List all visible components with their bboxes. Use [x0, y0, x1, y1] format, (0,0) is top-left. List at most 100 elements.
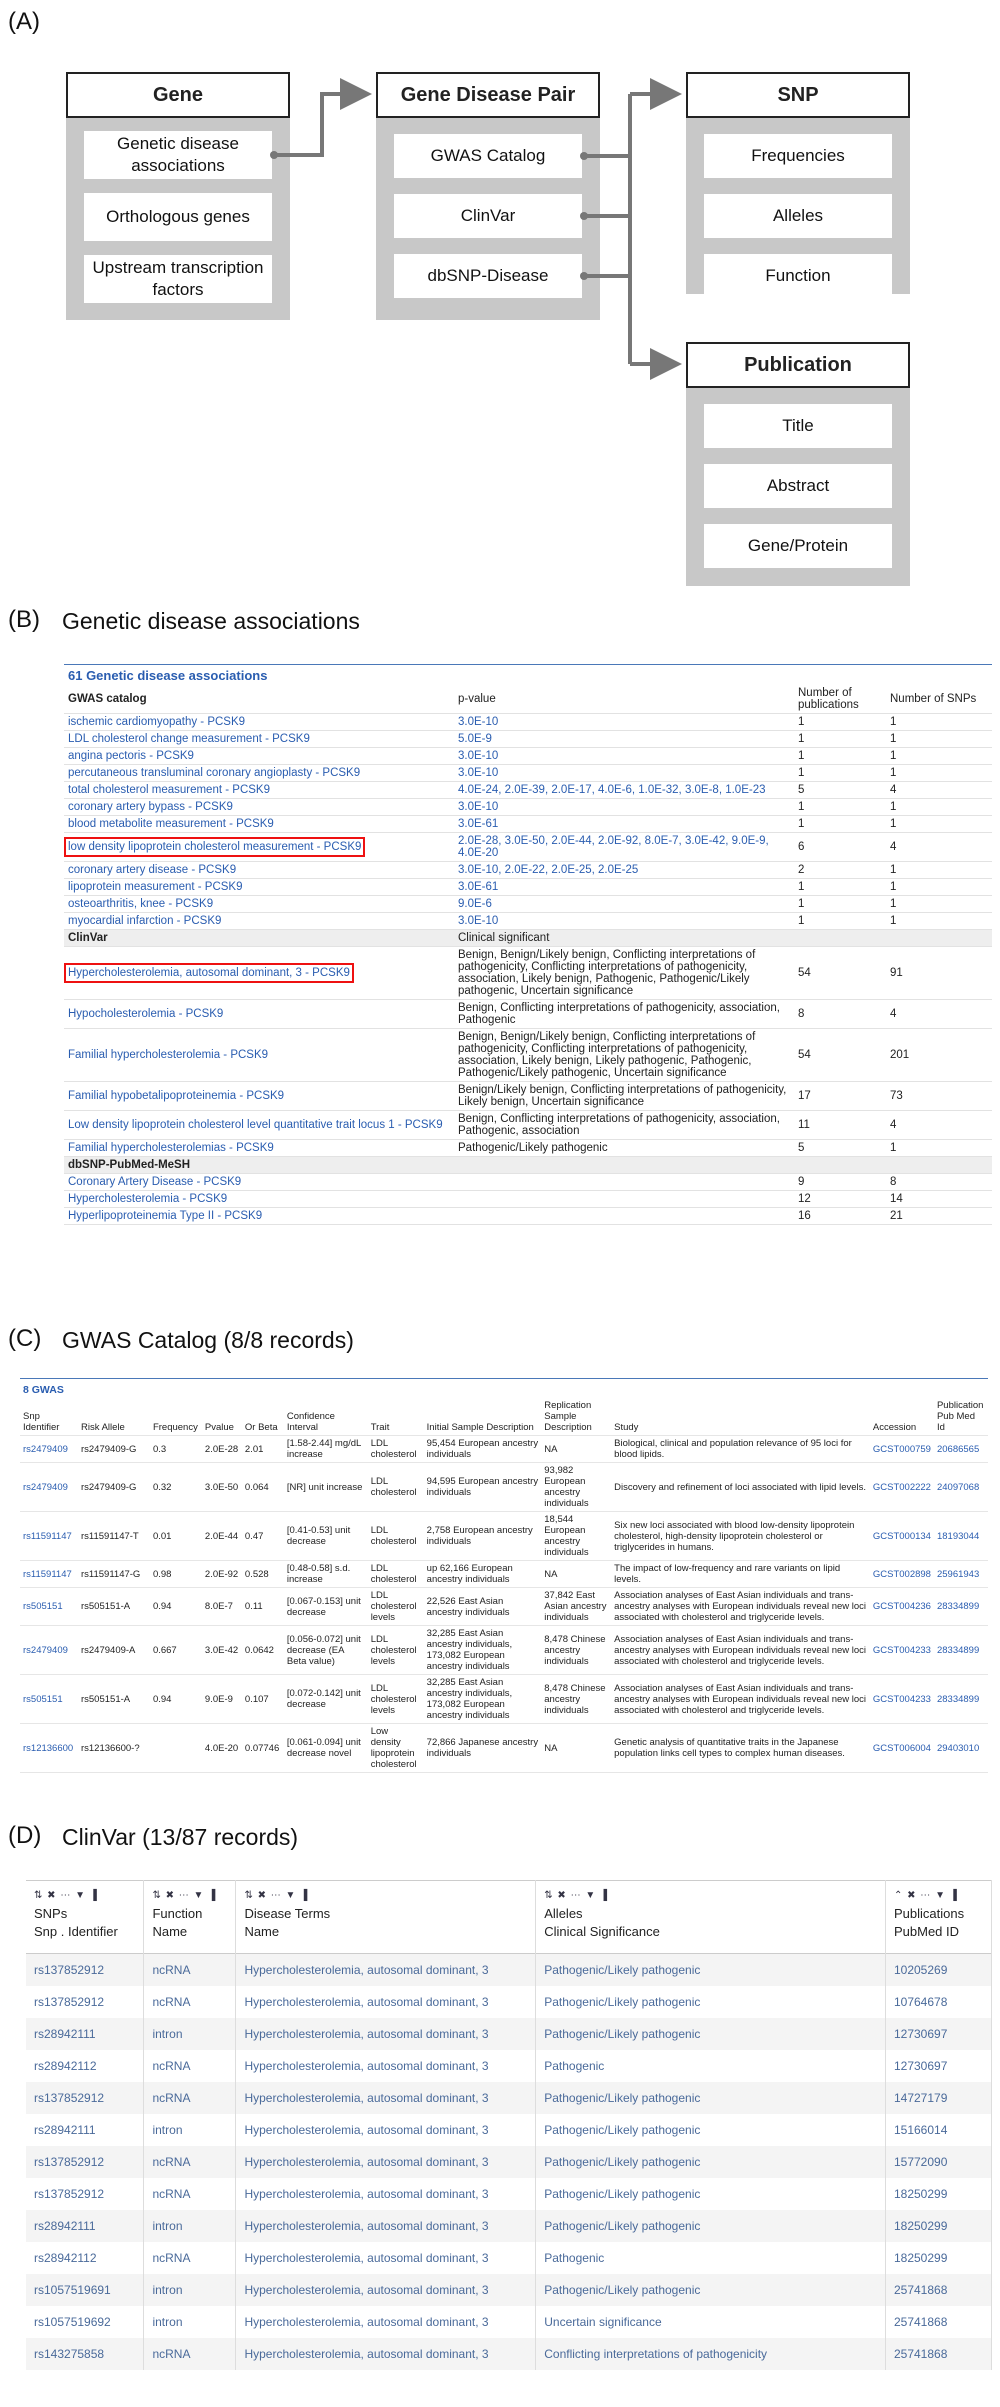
link-cell[interactable]: GCST000134 [869, 1511, 934, 1561]
data-cell: 0.32 [149, 1462, 202, 1512]
snp-cell[interactable]: rs137852912 [26, 1986, 145, 2018]
disease-link[interactable]: ischemic cardiomyopathy - PCSK9 [68, 716, 245, 728]
snps-cell: 201 [886, 1028, 992, 1082]
panel-b-label: (B) [8, 606, 40, 633]
snp-cell[interactable]: rs1057519691 [26, 2274, 145, 2306]
link-cell[interactable]: rs505151 [20, 1587, 78, 1626]
pubmed-cell[interactable]: 25741868 [885, 2306, 993, 2338]
column-header: Frequency [149, 1398, 202, 1436]
disease-link[interactable]: Hypercholesterolemia - PCSK9 [68, 1193, 227, 1205]
snps-cell: 1 [886, 764, 992, 782]
snp-cell[interactable]: rs1057519692 [26, 2306, 145, 2338]
link-cell[interactable]: GCST006004 [869, 1723, 934, 1773]
disease-link[interactable]: Hypercholesterolemia, autosomal dominant… [64, 963, 354, 983]
disease-link[interactable]: LDL cholesterol change measurement - PCS… [68, 733, 310, 745]
disease-link[interactable]: Familial hypobetalipoproteinemia - PCSK9 [68, 1090, 284, 1102]
pubmed-cell[interactable]: 18250299 [885, 2178, 993, 2210]
disease-link[interactable]: Coronary Artery Disease - PCSK9 [68, 1176, 241, 1188]
column-title: Function [152, 1906, 203, 1921]
snp-cell[interactable]: rs137852912 [26, 2178, 145, 2210]
data-cell: 32,285 East Asian ancestry individuals, … [423, 1674, 542, 1724]
table-row: percutaneous transluminal coronary angio… [64, 764, 992, 782]
link-cell[interactable]: rs12136600 [20, 1723, 78, 1773]
link-cell[interactable]: 28334899 [933, 1625, 988, 1675]
column-controls[interactable]: ⇅ ✖ ⋯ ▼ ▐ [544, 1887, 877, 1905]
disease-link[interactable]: coronary artery bypass - PCSK9 [68, 801, 233, 813]
snps-cell: 4 [886, 1110, 992, 1140]
link-cell[interactable]: 24097068 [933, 1462, 988, 1512]
link-cell[interactable]: rs2479409 [20, 1435, 78, 1463]
link-cell[interactable]: GCST000759 [869, 1435, 934, 1463]
pubmed-cell[interactable]: 25741868 [885, 2274, 993, 2306]
pubmed-cell[interactable]: 10764678 [885, 1986, 993, 2018]
snp-cell[interactable]: rs137852912 [26, 1953, 145, 1986]
table-title: 8 GWAS [23, 1384, 64, 1396]
snp-cell[interactable]: rs143275858 [26, 2338, 145, 2370]
link-cell[interactable]: GCST004233 [869, 1674, 934, 1724]
disease-link[interactable]: Familial hypercholesterolemias - PCSK9 [68, 1142, 274, 1154]
disease-link[interactable]: osteoarthritis, knee - PCSK9 [68, 898, 213, 910]
snp-cell[interactable]: rs28942112 [26, 2242, 145, 2274]
link-cell[interactable]: 28334899 [933, 1674, 988, 1724]
snp-cell[interactable]: rs28942111 [26, 2018, 145, 2050]
disease-link[interactable]: Low density lipoprotein cholesterol leve… [68, 1119, 443, 1131]
significance-cell: Pathogenic/Likely pathogenic [535, 1986, 886, 2018]
link-cell[interactable]: rs11591147 [20, 1560, 78, 1588]
column-controls[interactable]: ⇅ ✖ ⋯ ▼ ▐ [244, 1887, 527, 1905]
disease-cell: Hypocholesterolemia - PCSK9 [64, 999, 454, 1029]
snp-cell[interactable]: rs28942111 [26, 2210, 145, 2242]
publications-cell: 17 [794, 1081, 886, 1111]
link-cell[interactable]: rs11591147 [20, 1511, 78, 1561]
disease-link[interactable]: Familial hypercholesterolemia - PCSK9 [68, 1049, 268, 1061]
column-controls[interactable]: ⌃ ✖ ⋯ ▼ ▐ [894, 1887, 983, 1905]
disease-link[interactable]: Hypocholesterolemia - PCSK9 [68, 1008, 223, 1020]
disease-link[interactable]: myocardial infarction - PCSK9 [68, 915, 221, 927]
link-cell[interactable]: rs2479409 [20, 1625, 78, 1675]
table-row: blood metabolite measurement - PCSK9 3.0E… [64, 815, 992, 833]
pvalue-cell: 3.0E-10 [454, 798, 794, 816]
significance-cell: Pathogenic/Likely pathogenic [535, 2274, 886, 2306]
publications-cell: 16 [794, 1207, 886, 1225]
link-cell[interactable]: 29403010 [933, 1723, 988, 1773]
column-controls[interactable]: ⇅ ✖ ⋯ ▼ ▐ [34, 1887, 135, 1905]
link-cell[interactable]: GCST002222 [869, 1462, 934, 1512]
snp-cell[interactable]: rs28942111 [26, 2114, 145, 2146]
disease-cell: Hypercholesterolemia, autosomal dominant… [235, 2018, 537, 2050]
link-cell[interactable]: 25961943 [933, 1560, 988, 1588]
clinical-significance-cell: Pathogenic/Likely pathogenic [454, 1139, 794, 1157]
data-cell: Association analyses of East Asian indiv… [611, 1625, 870, 1675]
disease-link[interactable]: percutaneous transluminal coronary angio… [68, 767, 360, 779]
disease-link[interactable]: angina pectoris - PCSK9 [68, 750, 194, 762]
pubmed-cell[interactable]: 18250299 [885, 2210, 993, 2242]
snp-cell[interactable]: rs28942112 [26, 2050, 145, 2082]
link-cell[interactable]: GCST004236 [869, 1587, 934, 1626]
snp-cell[interactable]: rs137852912 [26, 2146, 145, 2178]
link-cell[interactable]: 18193044 [933, 1511, 988, 1561]
disease-link[interactable]: lipoprotein measurement - PCSK9 [68, 881, 243, 893]
function-cell: intron [143, 2018, 237, 2050]
disease-link[interactable]: low density lipoprotein cholesterol meas… [63, 837, 366, 857]
pubmed-cell[interactable]: 18250299 [885, 2242, 993, 2274]
disease-link[interactable]: Hyperlipoproteinemia Type II - PCSK9 [68, 1210, 262, 1222]
link-cell[interactable]: GCST002898 [869, 1560, 934, 1588]
link-cell[interactable]: 20686565 [933, 1435, 988, 1463]
pubmed-cell[interactable]: 12730697 [885, 2050, 993, 2082]
link-cell[interactable]: 28334899 [933, 1587, 988, 1626]
pubmed-cell[interactable]: 15166014 [885, 2114, 993, 2146]
disease-link[interactable]: total cholesterol measurement - PCSK9 [68, 784, 270, 796]
column-controls[interactable]: ⇅ ✖ ⋯ ▼ ▐ [152, 1887, 227, 1905]
pubmed-cell[interactable]: 14727179 [885, 2082, 993, 2114]
disease-link[interactable]: blood metabolite measurement - PCSK9 [68, 818, 274, 830]
pubmed-cell[interactable]: 12730697 [885, 2018, 993, 2050]
data-cell: 0.667 [149, 1625, 202, 1675]
link-cell[interactable]: rs505151 [20, 1674, 78, 1724]
pubmed-cell[interactable]: 15772090 [885, 2146, 993, 2178]
disease-link[interactable]: coronary artery disease - PCSK9 [68, 864, 236, 876]
link-cell[interactable]: GCST004233 [869, 1625, 934, 1675]
snp-cell[interactable]: rs137852912 [26, 2082, 145, 2114]
pvalue-cell: 3.0E-61 [454, 815, 794, 833]
pubmed-cell[interactable]: 25741868 [885, 2338, 993, 2370]
empty-cell [454, 1207, 794, 1225]
link-cell[interactable]: rs2479409 [20, 1462, 78, 1512]
pubmed-cell[interactable]: 10205269 [885, 1953, 993, 1986]
